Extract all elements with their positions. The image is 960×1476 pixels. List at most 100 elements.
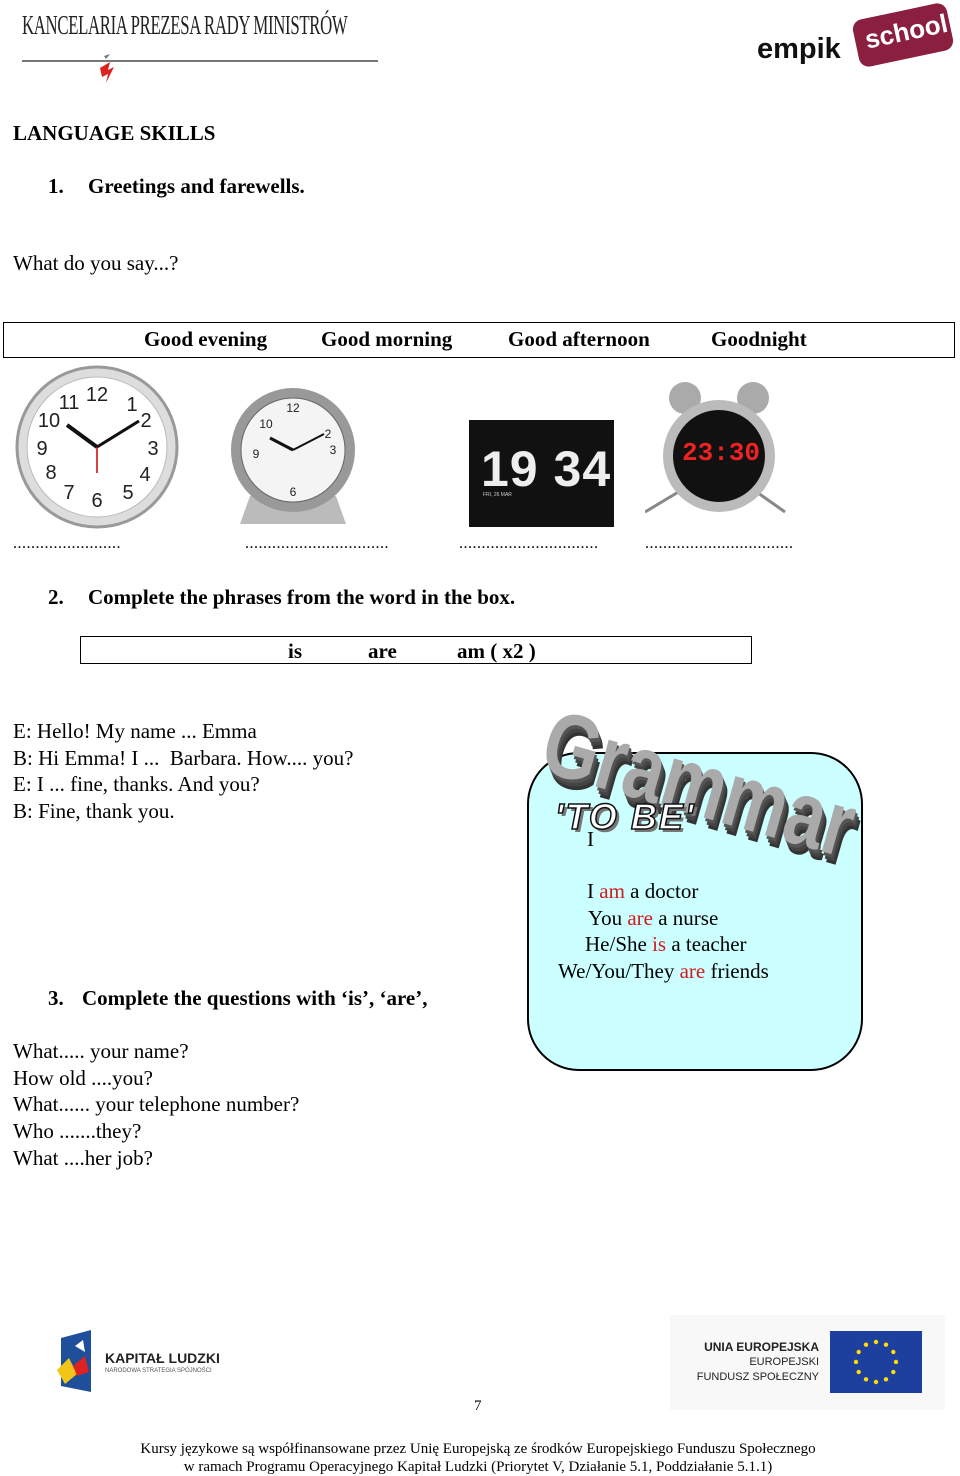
school-badge: school	[851, 1, 955, 69]
exercise3-number: 3.	[48, 986, 64, 1010]
exercise1-number: 1.	[48, 174, 64, 198]
exercise1-title: Greetings and farewells.	[88, 174, 305, 198]
kprm-logo: KANCELARIA PREZESA RADY MINISTRÓW	[22, 10, 382, 90]
question-line: What ....her job?	[13, 1146, 153, 1170]
svg-text:12: 12	[86, 384, 108, 406]
grammar-stray-i: I	[587, 827, 594, 851]
subject: I	[587, 879, 600, 903]
word-box-to-be	[80, 636, 752, 664]
footer-note-line1: Kursy językowe są współfinansowane przez…	[140, 1441, 816, 1457]
answer-blank-2[interactable]: ................................	[245, 535, 389, 553]
question-line: What..... your name?	[13, 1039, 189, 1063]
alarm-clock-display: 23:30	[682, 438, 761, 468]
eagle-icon	[100, 54, 114, 83]
exercise2-number: 2.	[48, 585, 64, 609]
eu-star	[873, 1379, 879, 1385]
eu-star	[863, 1342, 869, 1347]
grammar-line-he-she: He/She is a teacher	[585, 931, 747, 957]
question-line: How old ....you?	[13, 1066, 153, 1090]
svg-text:9: 9	[36, 438, 47, 460]
svg-text:6: 6	[91, 490, 102, 512]
svg-text:6: 6	[290, 485, 297, 499]
verb: are	[627, 906, 653, 930]
eu-star	[893, 1359, 899, 1365]
word-is: is	[288, 639, 303, 663]
kprm-logo-text: KANCELARIA PREZESA RADY MINISTRÓW	[22, 10, 348, 40]
kapital-ludzki-title: KAPITAŁ LUDZKI	[105, 1350, 220, 1366]
eu-star	[873, 1339, 879, 1345]
eu-star	[853, 1359, 859, 1365]
question-line: What...... your telephone number?	[13, 1092, 300, 1116]
word-are: are	[368, 639, 397, 663]
eu-line2: EUROPEJSKI	[749, 1356, 819, 1368]
eu-star	[891, 1369, 896, 1375]
verb: is	[652, 932, 667, 956]
document-page: KANCELARIA PREZESA RADY MINISTRÓW empik …	[0, 0, 960, 1476]
option-good-afternoon: Good afternoon	[508, 327, 650, 351]
exercise2-title: Complete the phrases from the word in th…	[88, 585, 516, 609]
school-text: school	[862, 7, 951, 55]
eu-star	[863, 1377, 869, 1382]
digital-clock-display: 19 34	[481, 441, 612, 497]
page-number: 7	[474, 1398, 482, 1414]
answer-blank-3[interactable]: ...............................	[459, 535, 599, 553]
svg-text:2: 2	[140, 410, 151, 432]
exercise3-title: Complete the questions with ‘is’, ‘are’,	[82, 986, 428, 1010]
verb: am	[599, 879, 625, 903]
svg-text:8: 8	[45, 462, 56, 484]
kprm-logo-line	[22, 60, 378, 62]
option-good-evening: Good evening	[144, 327, 268, 351]
svg-text:3: 3	[330, 443, 337, 457]
dialogue-line: E: Hello! My name ... Emma	[13, 719, 257, 743]
kapital-ludzki-logo: KAPITAŁ LUDZKI NARODOWA STRATEGIA SPÓJNO…	[55, 1330, 255, 1392]
eu-star	[883, 1342, 889, 1347]
eu-logo: UNIA EUROPEJSKA EUROPEJSKI FUNDUSZ SPOŁE…	[670, 1315, 945, 1410]
digital-clock-image: 19 34 FRI, 26 MAR	[469, 420, 614, 527]
eu-line3: FUNDUSZ SPOŁECZNY	[696, 1371, 819, 1383]
option-goodnight: Goodnight	[711, 327, 807, 351]
subject: We/You/They	[558, 959, 680, 983]
svg-text:10: 10	[259, 417, 273, 431]
kapital-ludzki-emblem	[57, 1330, 91, 1392]
empik-school-logo: empik school	[755, 1, 960, 75]
kapital-ludzki-subtitle: NARODOWA STRATEGIA SPÓJNOŚCI	[105, 1368, 212, 1374]
svg-text:10: 10	[38, 410, 60, 432]
dialogue-line: B: Hi Emma! I ... Barbara. How.... you?	[13, 746, 354, 770]
verb: are	[679, 959, 706, 983]
svg-text:3: 3	[147, 438, 158, 460]
subject: You	[588, 906, 628, 930]
dialogue-line: E: I ... fine, thanks. And you?	[13, 772, 260, 796]
complement: a nurse	[652, 906, 719, 930]
grammar-line-we-you-they: We/You/They are friends	[558, 958, 769, 984]
svg-text:5: 5	[122, 482, 133, 504]
option-good-morning: Good morning	[321, 327, 453, 351]
wall-clock-image: 12 12 3 456789 1011	[15, 365, 179, 529]
eu-line1: UNIA EUROPEJSKA	[704, 1340, 819, 1354]
exercise1-prompt: What do you say...?	[13, 251, 179, 275]
footer-note-line2: w ramach Programu Operacyjnego Kapitał L…	[183, 1459, 773, 1475]
eu-star	[856, 1369, 861, 1375]
eu-star	[856, 1349, 861, 1355]
svg-text:12: 12	[286, 401, 300, 415]
svg-text:9: 9	[253, 447, 260, 461]
eu-flag-icon	[830, 1331, 922, 1393]
desk-clock-image: 12 2 3 6 9 10	[231, 388, 355, 524]
subject: He/She	[585, 932, 653, 956]
complement: friends	[705, 959, 769, 983]
svg-text:1: 1	[126, 394, 137, 416]
dialogue-line: B: Fine, thank you.	[13, 799, 175, 823]
grammar-line-i: I am a doctor	[587, 878, 698, 904]
answer-blank-4[interactable]: .................................	[645, 535, 794, 553]
digital-clock-date: FRI, 26 MAR	[483, 492, 512, 498]
grammar-line-you: You are a nurse	[588, 905, 718, 931]
question-line: Who .......they?	[13, 1119, 142, 1143]
eu-star	[883, 1377, 889, 1382]
eu-star	[891, 1349, 896, 1355]
answer-blank-1[interactable]: ........................	[13, 535, 121, 553]
section-title: LANGUAGE SKILLS	[13, 121, 216, 145]
empik-text: empik	[757, 33, 841, 65]
grammar-subheading: 'TO BE'	[554, 795, 696, 838]
svg-text:2: 2	[325, 427, 332, 441]
complement: a doctor	[624, 879, 699, 903]
complement: a teacher	[666, 932, 747, 956]
